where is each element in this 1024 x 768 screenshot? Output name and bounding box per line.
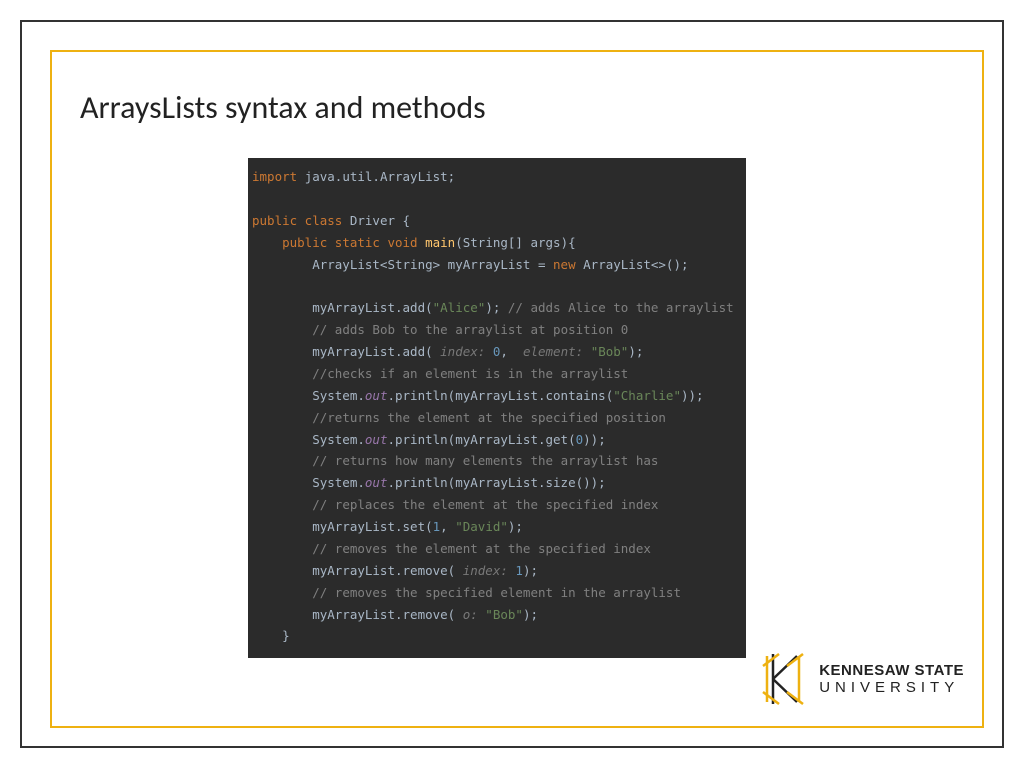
logo-line2: UNIVERSITY — [819, 680, 964, 695]
logo-text: KENNESAW STATE UNIVERSITY — [819, 663, 964, 695]
slide-title: ArraysLists syntax and methods — [80, 88, 486, 127]
ksu-logo-icon — [757, 650, 809, 708]
logo-line1: KENNESAW STATE — [819, 663, 964, 678]
university-logo: KENNESAW STATE UNIVERSITY — [757, 650, 964, 708]
code-block: import java.util.ArrayList; public class… — [248, 158, 746, 658]
